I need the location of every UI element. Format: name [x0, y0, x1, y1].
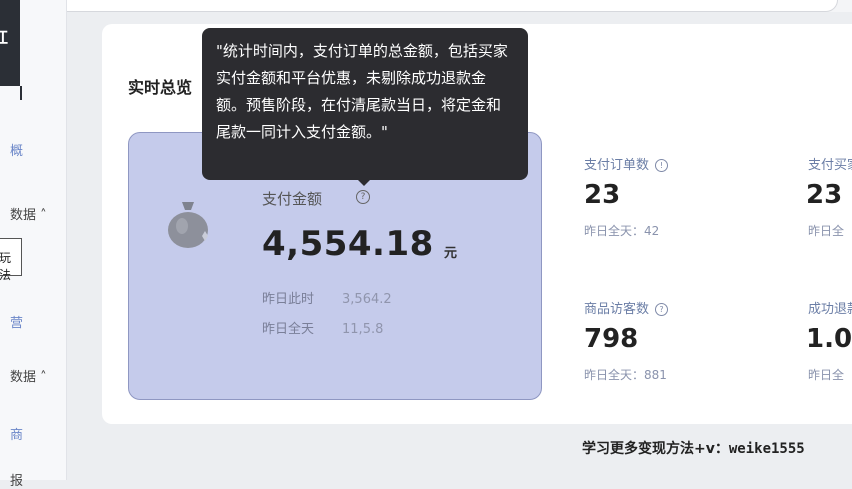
metric-refund-sub: 昨日全	[808, 368, 845, 382]
sidebar-item-overview[interactable]: 概	[10, 140, 23, 159]
metric-visitors-sub: 昨日全天：881	[584, 368, 667, 382]
pay-sub-yesterday-full: 昨日全天 11,5.8	[262, 318, 383, 337]
pay-amount-tooltip: "统计时间内，支付订单的总金额，包括买家实付金额和平台优惠，未剔除成功退款金额。…	[202, 28, 528, 186]
section-title: 实时总览	[128, 78, 193, 97]
pay-sub-yesterday-full-label: 昨日全天	[262, 322, 315, 337]
pay-sub-yesterday-full-value: 11,5.8	[342, 322, 384, 337]
sidebar-divider	[20, 86, 22, 100]
promo-watermark-handle: weike1555	[728, 441, 805, 457]
pay-amount-value: 4,554.18	[262, 224, 434, 264]
sidebar-item-goods[interactable]: 商	[10, 424, 23, 443]
metric-paid-buyers-value: 23	[806, 180, 843, 210]
sidebar-item-play-label: 玩法	[0, 251, 12, 282]
tooltip-text: "统计时间内，支付订单的总金额，包括买家实付金额和平台优惠，未剔除成功退款金额。…	[216, 42, 508, 141]
promo-watermark: 学习更多变现方法+v：weike1555	[582, 438, 805, 458]
promo-watermark-prefix: 学习更多变现方法+v：	[582, 441, 729, 457]
pay-sub-yesterday-now: 昨日此时 3,564.2	[262, 288, 392, 307]
help-icon[interactable]: ?	[356, 190, 370, 204]
metric-paid-buyers-label: 支付买家数	[808, 158, 852, 173]
tooltip-arrow	[356, 178, 372, 186]
sidebar-item-data[interactable]: 数据 ˄	[10, 204, 47, 223]
pay-amount-label: 支付金额	[262, 190, 323, 208]
metric-paid-orders-label: 支付订单数!	[584, 154, 669, 173]
logo: 红	[0, 0, 20, 86]
sidebar-item-marketing[interactable]: 营	[10, 312, 23, 331]
metric-visitors-label-text: 商品访客数	[584, 302, 650, 317]
metric-visitors-value: 798	[584, 324, 639, 354]
help-icon[interactable]: ?	[655, 303, 669, 316]
money-bag-icon	[168, 202, 208, 248]
top-bar	[0, 0, 852, 12]
metric-paid-orders-sub: 昨日全天：42	[584, 224, 660, 238]
logo-text: 红	[0, 28, 9, 47]
pay-sub-yesterday-now-value: 3,564.2	[342, 292, 392, 307]
sidebar: 红 概 数据 ˄ 玩法 营 数据 ˄ 商 报	[0, 0, 67, 489]
metric-paid-orders-label-text: 支付订单数	[584, 158, 650, 173]
metric-refund-value: 1.0	[806, 324, 852, 354]
pay-sub-yesterday-now-label: 昨日此时	[262, 292, 315, 307]
help-icon[interactable]: !	[655, 159, 669, 172]
sidebar-item-active[interactable]: 玩法	[0, 238, 22, 282]
metric-paid-buyers-sub: 昨日全	[808, 224, 845, 238]
top-search-field[interactable]	[24, 0, 838, 12]
metric-visitors-label: 商品访客数?	[584, 298, 669, 317]
sidebar-item-data-2[interactable]: 数据 ˄	[10, 366, 47, 385]
metric-refund-label: 成功退款	[808, 302, 852, 317]
metric-paid-orders-value: 23	[584, 180, 621, 210]
pay-amount-unit: 元	[444, 246, 458, 261]
